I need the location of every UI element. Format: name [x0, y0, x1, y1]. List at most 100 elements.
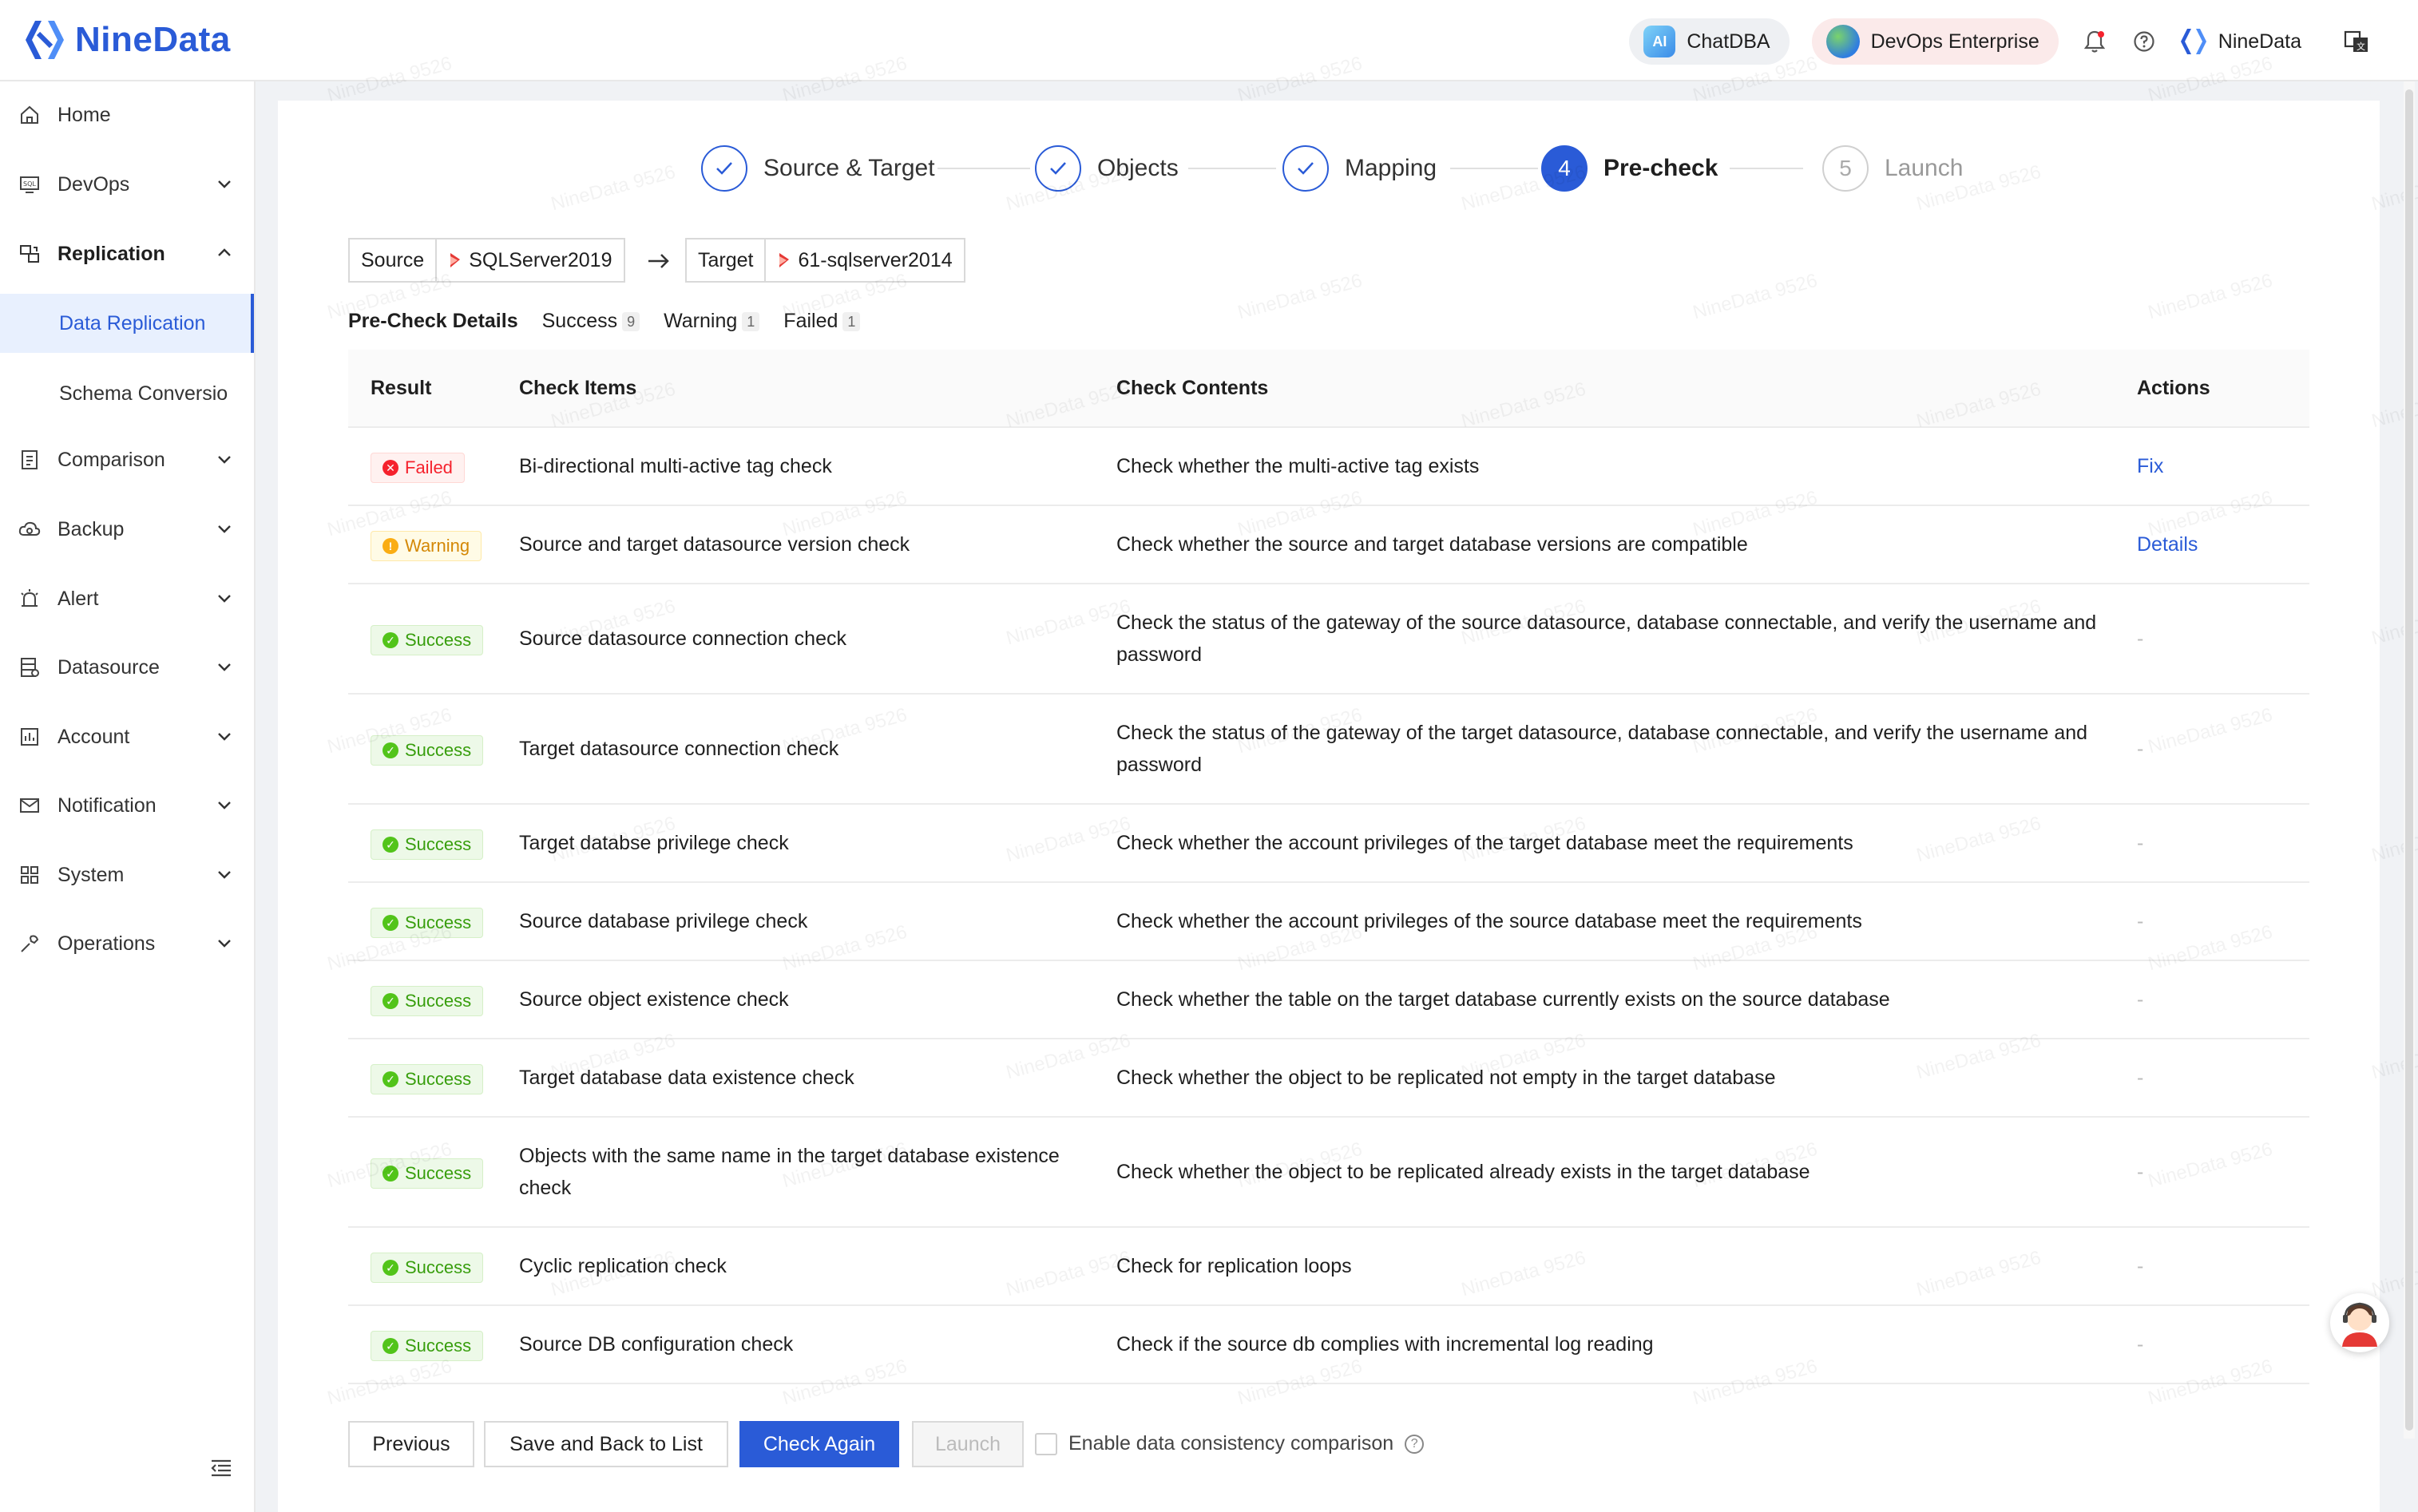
status-badge: ✓ Success	[371, 908, 484, 938]
sidebar-item-label: Operations	[57, 932, 156, 955]
source-value: SQLServer2019	[469, 248, 612, 271]
support-agent-icon	[2342, 1302, 2377, 1347]
table-row: ✓ Success Target database data existence c…	[348, 1039, 2309, 1118]
success-status-icon: ✓	[383, 742, 398, 758]
edition-button[interactable]: DevOps Enterprise	[1811, 18, 2059, 65]
sidebar-item-notification[interactable]: Notification	[0, 774, 254, 837]
step-connector	[1730, 168, 1803, 169]
cell-result: ✓ Success	[348, 1155, 519, 1189]
sidebar-item-home[interactable]: Home	[0, 83, 254, 147]
cell-check-item: Cyclic replication check	[519, 1255, 727, 1277]
filter-label: Failed	[783, 310, 838, 332]
chevron-down-icon	[218, 733, 231, 741]
check-icon	[701, 145, 747, 192]
sidebar-subitem-schema-conversion[interactable]: Schema Conversio	[0, 364, 254, 423]
no-action: -	[2137, 832, 2144, 854]
step-connector	[937, 168, 1030, 169]
language-switch-icon[interactable]: 文	[2343, 28, 2370, 55]
ai-icon: AI	[1643, 26, 1676, 57]
status-label: Failed	[405, 457, 453, 477]
brand-name: NineData	[75, 20, 231, 59]
status-badge: ✓ Success	[371, 735, 484, 766]
watermark-text: NineData 9526	[1235, 269, 1365, 324]
launch-button[interactable]: Launch	[912, 1421, 1024, 1467]
warning-count: 1	[742, 312, 760, 332]
details-link[interactable]: Details	[2137, 533, 2198, 556]
assistant-avatar-button[interactable]	[2330, 1293, 2389, 1352]
step-source-target: Source & Target	[701, 145, 935, 192]
status-badge: ✓ Success	[371, 986, 484, 1016]
page-scrollbar[interactable]	[2404, 81, 2415, 1439]
scrollbar-thumb[interactable]	[2405, 89, 2413, 1431]
cell-check-content: Check for replication loops	[1116, 1255, 1352, 1277]
cell-result: ✓ Success	[348, 1328, 519, 1361]
sidebar-item-replication[interactable]: Replication	[0, 222, 254, 286]
sidebar-subitem-data-replication[interactable]: Data Replication	[0, 294, 254, 353]
save-back-button[interactable]: Save and Back to List	[484, 1421, 728, 1467]
wrench-icon	[18, 932, 42, 956]
success-status-icon: ✓	[383, 632, 398, 648]
mail-icon	[18, 794, 42, 817]
status-badge: ✓ Success	[371, 1064, 484, 1094]
sidebar-item-label: Replication	[57, 242, 165, 265]
logo[interactable]: NineData	[24, 18, 231, 62]
cell-check-item: Bi-directional multi-active tag check	[519, 455, 832, 477]
table-row: ✓ Success Source datasource connection che…	[348, 584, 2309, 695]
user-menu[interactable]: NineData	[2180, 26, 2301, 57]
chevron-down-icon	[218, 802, 231, 809]
content-panel: Source & Target Objects Mapping 4 Pre-ch…	[278, 53, 2418, 1512]
status-badge: ! Warning	[371, 531, 482, 561]
filter-label: Warning	[664, 310, 738, 332]
table-row: ✓ Success Source object existence check Che…	[348, 961, 2309, 1039]
warning-status-icon: !	[383, 538, 398, 554]
help-icon[interactable]	[2131, 28, 2158, 55]
cell-check-content: Check whether the source and target data…	[1116, 533, 1748, 556]
filter-failed[interactable]: Failed 1	[783, 310, 861, 333]
table-row: ✓ Success Target datasource connection che…	[348, 695, 2309, 805]
previous-button[interactable]: Previous	[348, 1421, 474, 1467]
sidebar-item-alert[interactable]: Alert	[0, 567, 254, 631]
edition-label: DevOps Enterprise	[1870, 30, 2039, 53]
cell-actions: Fix	[2135, 450, 2309, 482]
cell-check-item: Source and target datasource version che…	[519, 533, 910, 556]
cell-check-content: Check whether the account privileges of …	[1116, 832, 1853, 854]
consistency-option[interactable]: Enable data consistency comparison ?	[1035, 1432, 1425, 1455]
consistency-checkbox[interactable]	[1035, 1432, 1057, 1455]
replication-icon	[18, 242, 42, 266]
fix-link[interactable]: Fix	[2137, 455, 2163, 477]
cell-actions: -	[2135, 1062, 2309, 1094]
cell-result: ✓ Success	[348, 732, 519, 766]
sidebar-item-account[interactable]: Account	[0, 705, 254, 769]
cell-check-content: Check whether the multi-active tag exist…	[1116, 455, 1480, 477]
chevron-down-icon	[218, 180, 231, 188]
collapse-menu-icon[interactable]	[209, 1456, 233, 1480]
success-status-icon: ✓	[383, 1260, 398, 1276]
grid-icon	[18, 863, 42, 887]
sidebar-item-backup[interactable]: Backup	[0, 497, 254, 561]
chevron-down-icon	[218, 940, 231, 948]
step-label: Source & Target	[763, 155, 935, 181]
filter-label: Success	[541, 310, 618, 332]
status-label: Success	[405, 991, 472, 1011]
cell-check-item: Target datasource connection check	[519, 738, 839, 760]
cell-actions: -	[2135, 733, 2309, 765]
filter-success[interactable]: Success 9	[542, 310, 640, 333]
sidebar-item-operations[interactable]: Operations	[0, 912, 254, 976]
cell-actions: -	[2135, 1328, 2309, 1360]
header-check-contents: Check Contents	[1116, 376, 1269, 399]
status-badge: ✕ Failed	[371, 453, 465, 483]
cell-result: ✓ Success	[348, 1061, 519, 1094]
filter-warning[interactable]: Warning 1	[664, 310, 760, 333]
sidebar-item-datasource[interactable]: Datasource	[0, 635, 254, 699]
sidebar-item-comparison[interactable]: Comparison	[0, 428, 254, 492]
question-icon[interactable]: ?	[1405, 1434, 1425, 1454]
no-action: -	[2137, 1333, 2144, 1356]
top-bar: NineData AI ChatDBA DevOps Enterprise Ni…	[0, 0, 2418, 81]
chatdba-button[interactable]: AI ChatDBA	[1629, 18, 1790, 65]
alert-icon	[18, 587, 42, 611]
sidebar-item-system[interactable]: System	[0, 843, 254, 907]
watermark-text: NineData 9526	[1691, 269, 1820, 324]
check-again-button[interactable]: Check Again	[739, 1421, 899, 1467]
notification-bell-icon[interactable]	[2081, 28, 2108, 55]
sidebar-item-devops[interactable]: SQL DevOps	[0, 152, 254, 216]
